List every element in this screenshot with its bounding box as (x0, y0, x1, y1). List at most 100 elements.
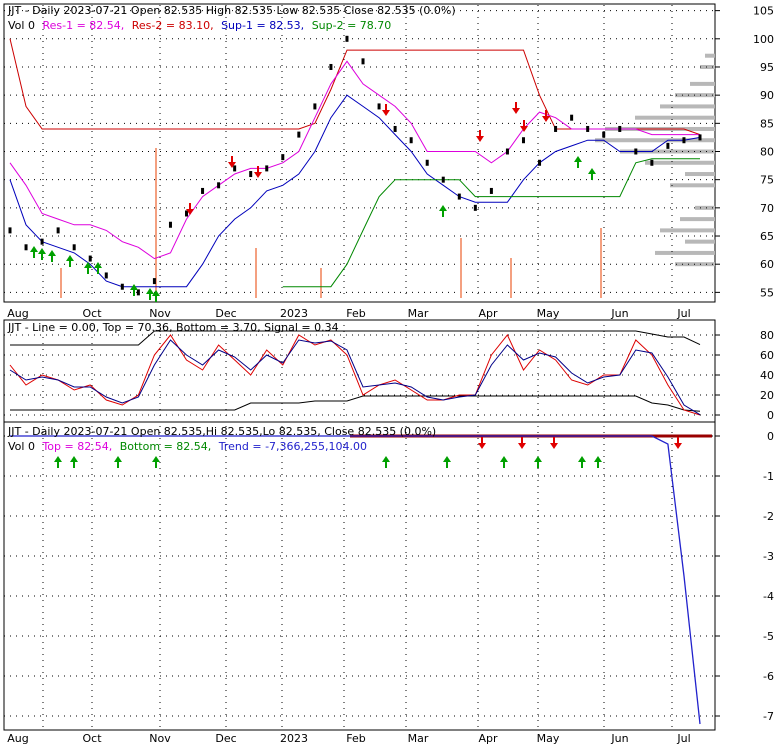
price-candle-39 (634, 148, 638, 155)
price-month-label-10: Jul (676, 307, 690, 320)
price-candle-33 (538, 159, 542, 166)
price-candle-16 (265, 165, 269, 172)
trend-header-trend: Trend = -7,366,255,104.00 (218, 440, 367, 453)
trend-tick-label-1: -6 (763, 670, 774, 683)
oscillator-header-line1: JJT - Line = 0.00, Top = 70.36, Bottom =… (7, 321, 339, 334)
price-candle-13 (217, 182, 221, 189)
trend-month-label-6: Mar (408, 732, 429, 745)
trend-month-label-9: Jun (610, 732, 628, 745)
price-volume-profile-bar-15 (690, 81, 715, 86)
trend-month-label-8: May (537, 732, 560, 745)
price-candle-37 (602, 131, 606, 138)
trend-tick-label-5: -2 (763, 510, 774, 523)
price-candle-41 (666, 142, 670, 149)
price-tick-label-9: 100 (753, 33, 774, 46)
price-candle-8 (136, 289, 140, 296)
price-volume-profile-bar-1 (655, 250, 715, 255)
price-candle-15 (249, 171, 253, 178)
price-header-sup2: Sup-2 = 78.70 (312, 19, 392, 32)
price-candle-38 (618, 125, 622, 132)
trend-month-label-0: Aug (7, 732, 28, 745)
price-month-label-8: May (537, 307, 560, 320)
price-candle-5 (88, 255, 92, 262)
price-candle-3 (56, 227, 60, 234)
price-volume-profile-bar-17 (705, 53, 715, 58)
price-volume-profile-bar-3 (660, 228, 715, 233)
price-tick-label-4: 75 (760, 174, 774, 187)
trend-tick-label-4: -3 (763, 550, 774, 563)
price-candle-17 (281, 154, 285, 161)
price-candle-11 (185, 210, 189, 217)
price-candle-23 (377, 103, 381, 110)
price-tick-label-10: 105 (753, 5, 774, 18)
price-panel-frame (3, 3, 716, 303)
price-candle-32 (521, 137, 525, 144)
price-tick-label-1: 60 (760, 258, 774, 271)
oscillator-tick-label-4: 80 (760, 329, 774, 342)
price-candle-30 (489, 187, 493, 194)
price-volume-bar-0 (60, 268, 62, 298)
price-x-ticks: Aug Oct Nov Dec 2023 Feb Mar Apr May Jun Jul (7, 307, 690, 320)
oscillator-tick-label-2: 40 (760, 369, 774, 382)
price-volume-profile-bar-10 (595, 138, 715, 143)
price-header-line1: JJT - Daily 2023-07-21 Open 82.535 High … (7, 4, 456, 17)
price-volume-profile-bar-12 (635, 115, 715, 120)
trend-y-ticks: -7 -6 -5 -4 -3 -2 -1 0 (715, 430, 774, 723)
price-month-label-5: Feb (346, 307, 365, 320)
price-tick-label-8: 95 (760, 61, 774, 74)
price-month-label-7: Apr (478, 307, 498, 320)
price-month-label-3: Dec (215, 307, 236, 320)
price-volume-profile-bar-6 (670, 183, 715, 188)
oscillator-panel: 0 20 40 60 80 JJT - Line = 0.00, Top = 70.36… (3, 319, 774, 423)
price-candle-18 (297, 131, 301, 138)
price-tick-label-5: 80 (760, 146, 774, 159)
price-candle-22 (361, 58, 365, 65)
trend-month-label-4: 2023 (280, 732, 308, 745)
price-candle-27 (441, 176, 445, 183)
price-header-line2: Vol 0 Res-1 = 82.54, Res-2 = 83.10, Sup-… (8, 19, 391, 32)
price-candle-14 (233, 165, 237, 172)
price-y-ticks: 55 60 65 70 75 80 85 90 95 100 105 (715, 5, 774, 299)
price-tick-label-2: 65 (760, 230, 774, 243)
price-tick-label-7: 90 (760, 89, 774, 102)
price-candle-19 (313, 103, 317, 110)
price-volume-profile-bar-8 (645, 160, 715, 165)
price-candle-1 (24, 244, 28, 251)
oscillator-tick-label-1: 20 (760, 389, 774, 402)
trend-header-vol: Vol 0 (8, 440, 35, 453)
price-header-res2: Res-2 = 83.10, (132, 19, 214, 32)
price-candle-4 (72, 244, 76, 251)
trend-month-label-1: Oct (82, 732, 102, 745)
trend-month-label-7: Apr (478, 732, 498, 745)
trend-header-line1: JJT - Daily 2023-07-21 Open 82.535,Hi 82… (7, 425, 436, 438)
stock-chart: 556065707580859095100105 Aug Oct Nov Dec 202… (3, 3, 774, 745)
trend-tick-label-2: -5 (763, 630, 774, 643)
oscillator-y-ticks: 0 20 40 60 80 (715, 329, 774, 422)
price-panel: 55 60 65 70 75 80 85 90 95 100 105 Aug Oct Nov Dec 202… (3, 3, 774, 320)
price-month-label-9: Jun (610, 307, 628, 320)
price-candle-21 (345, 35, 349, 42)
price-volume-profile-bar-2 (685, 239, 715, 244)
oscillator-tick-label-0: 0 (767, 409, 774, 422)
price-candle-25 (409, 137, 413, 144)
trend-month-label-10: Jul (676, 732, 690, 745)
price-month-label-4: 2023 (280, 307, 308, 320)
price-volume-bar-2 (255, 248, 257, 298)
trend-panel-frame (3, 421, 716, 731)
trend-month-label-5: Feb (346, 732, 365, 745)
trend-panel: -7 -6 -5 -4 -3 -2 -1 0 Aug Oct Nov Dec 2023 Feb Mar Ap… (3, 421, 774, 745)
trend-x-ticks: Aug Oct Nov Dec 2023 Feb Mar Apr May Jun Jul (7, 732, 690, 745)
price-candle-10 (168, 221, 172, 228)
trend-header-top: Top = 82.54, (41, 440, 112, 453)
trend-tick-label-7: 0 (767, 430, 774, 443)
price-volume-bar-3 (320, 268, 322, 298)
price-candle-2 (40, 238, 44, 245)
price-month-label-0: Aug (7, 307, 28, 320)
price-volume-bar-6 (600, 228, 602, 298)
price-tick-label-0: 55 (760, 286, 774, 299)
trend-month-label-3: Dec (215, 732, 236, 745)
price-volume-profile-bar-4 (680, 217, 715, 222)
price-volume-bar-1 (155, 148, 157, 298)
oscillator-tick-label-3: 60 (760, 349, 774, 362)
price-volume-bar-4 (460, 238, 462, 298)
